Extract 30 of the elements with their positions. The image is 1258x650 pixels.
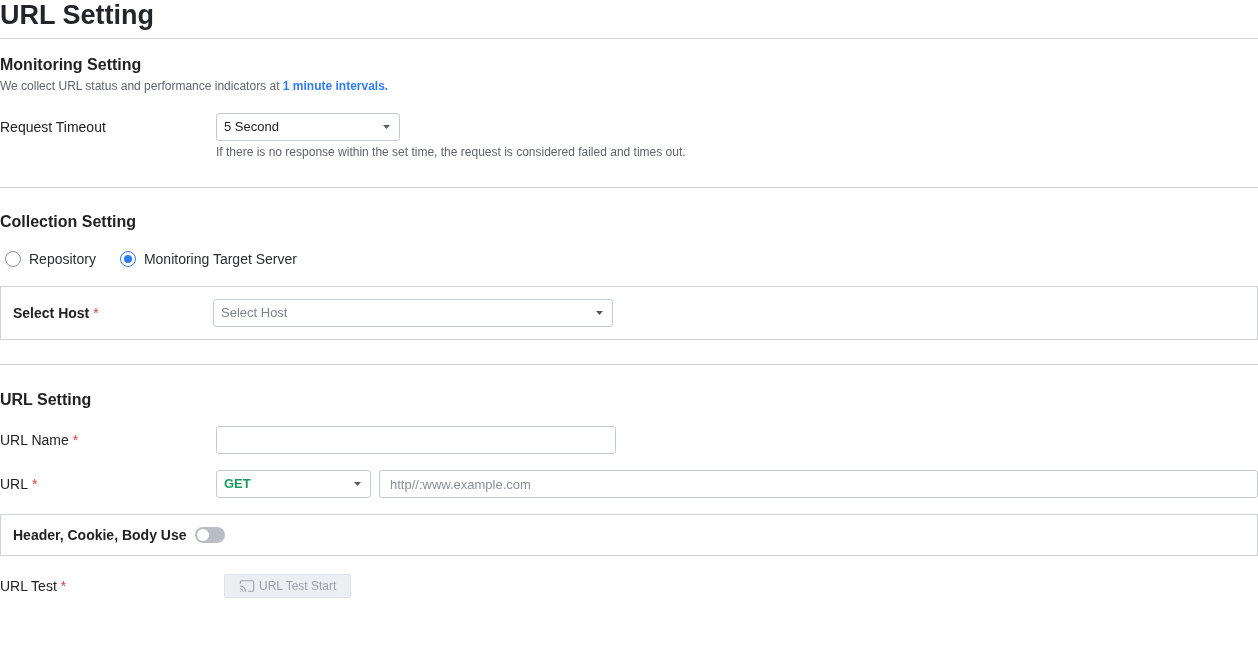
cast-icon — [239, 578, 255, 594]
section-heading: Monitoring Setting — [0, 55, 143, 75]
host-select[interactable]: Select Host — [213, 299, 613, 327]
radio-label[interactable]: Repository — [29, 248, 96, 270]
caret-icon — [354, 482, 361, 486]
url-name-input[interactable] — [216, 426, 616, 454]
page-title: URL Setting — [0, 0, 155, 30]
section-heading: URL Setting — [0, 390, 93, 410]
caret-icon — [383, 125, 390, 129]
radio-button[interactable] — [119, 251, 136, 267]
required-mark: * — [60, 576, 67, 596]
field-label: URL — [0, 474, 28, 494]
radio-label[interactable]: Monitoring Target Server — [143, 248, 297, 270]
radio-button[interactable] — [5, 251, 21, 267]
field-label: URL Test — [0, 576, 57, 596]
method-select[interactable]: GET — [216, 470, 371, 498]
help-text: If there is no response within the set time, the request is considered failed and times out. — [216, 144, 687, 160]
monitoring-description: We collect URL status and performance indicators at 1 minute intervals. — [0, 78, 390, 94]
section-heading: Collection Setting — [0, 212, 137, 232]
field-label: URL Name — [0, 430, 69, 450]
required-mark: * — [32, 474, 38, 494]
caret-icon — [596, 311, 603, 315]
required-mark: * — [72, 430, 79, 450]
toggle-label: Header, Cookie, Body Use — [13, 525, 187, 545]
field-label: Select Host — [13, 303, 90, 323]
field-label: Request Timeout — [0, 117, 106, 137]
required-mark: * — [93, 303, 99, 323]
url-input[interactable]: http//:www.example.com — [379, 470, 1258, 498]
timeout-select[interactable]: 5 Second — [216, 113, 400, 141]
toggle-switch[interactable] — [194, 527, 225, 543]
